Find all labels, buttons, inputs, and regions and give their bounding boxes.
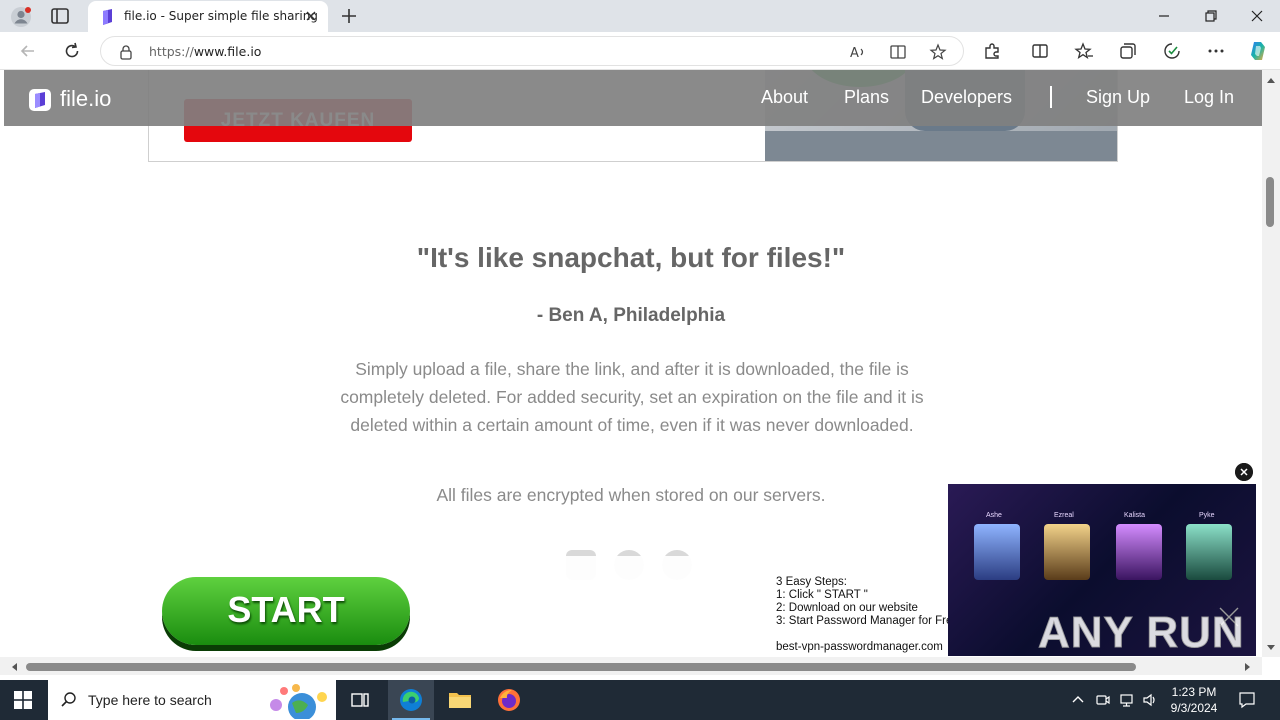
favorites-icon[interactable] [1074, 41, 1094, 61]
windows-taskbar: Type here to search 1:23 PM 9/3/2024 [0, 680, 1280, 720]
collections-icon[interactable] [1118, 41, 1138, 61]
ad-desk-image [765, 131, 1117, 161]
search-placeholder: Type here to search [88, 692, 212, 708]
immersive-reader-icon[interactable] [889, 43, 907, 61]
video-card [1044, 524, 1090, 580]
volume-icon[interactable] [1142, 692, 1158, 708]
address-bar[interactable]: https://www.file.io A [100, 36, 964, 66]
nav-signup[interactable]: Sign Up [1086, 87, 1150, 108]
testimonial-author: - Ben A, Philadelphia [536, 305, 726, 326]
search-icon [61, 692, 76, 707]
search-highlight-icon[interactable] [262, 683, 332, 719]
close-window-icon[interactable] [1249, 8, 1265, 24]
extensions-icon[interactable] [982, 41, 1002, 61]
video-card [1116, 524, 1162, 580]
clock-time: 1:23 PM [1171, 685, 1217, 699]
nav-about[interactable]: About [761, 87, 808, 108]
video-card [974, 524, 1020, 580]
video-card [1186, 524, 1232, 580]
scroll-down-icon[interactable] [1266, 644, 1276, 652]
read-aloud-icon[interactable]: A [849, 43, 867, 61]
show-hidden-icons-icon[interactable] [1070, 692, 1086, 708]
close-tab-icon[interactable] [304, 9, 318, 23]
nav-separator [1050, 86, 1052, 108]
minimize-icon[interactable] [1156, 8, 1172, 24]
refresh-icon[interactable] [62, 41, 82, 61]
close-video-icon[interactable] [1235, 463, 1253, 481]
meet-now-icon[interactable] [1095, 692, 1111, 708]
svg-text:A: A [850, 46, 859, 61]
horizontal-scrollbar[interactable] [0, 657, 1262, 675]
copilot-icon[interactable] [1246, 39, 1270, 63]
lock-icon[interactable] [119, 44, 133, 60]
ad-steps: 3 Easy Steps: 1: Click " START " 2: Down… [776, 576, 959, 654]
browser-tab-strip: file.io - Super simple file sharing [0, 0, 1280, 32]
url-protocol: https:// [149, 44, 194, 59]
split-screen-icon[interactable] [1030, 41, 1050, 61]
new-tab-icon[interactable] [340, 7, 358, 25]
profile-icon[interactable] [10, 6, 32, 28]
service-description: Simply upload a file, share the link, an… [340, 359, 924, 435]
edge-icon[interactable] [397, 686, 425, 714]
back-icon[interactable] [18, 41, 38, 61]
testimonial-quote: "It's like snapchat, but for files!" [416, 242, 846, 273]
anyrun-watermark: ANY RUN [1038, 608, 1245, 658]
clock-date: 9/3/2024 [1170, 701, 1218, 715]
page-viewport: ​ JETZT KAUFEN file.io About Plans Devel… [0, 70, 1262, 657]
favorite-star-icon[interactable] [929, 43, 947, 61]
url-text[interactable]: https://www.file.io [149, 44, 261, 59]
fileio-favicon-icon [103, 9, 112, 25]
url-host: www.file.io [193, 44, 262, 59]
vertical-scrollbar[interactable] [1262, 70, 1280, 657]
nav-plans[interactable]: Plans [844, 87, 889, 108]
browser-essentials-icon[interactable] [1162, 41, 1182, 61]
logo-text[interactable]: file.io [60, 86, 111, 112]
video-champion-name: Ezreal [1054, 512, 1074, 519]
ad-domain[interactable]: best-vpn-passwordmanager.com [776, 641, 959, 654]
network-icon[interactable] [1119, 692, 1135, 708]
taskbar-search-box[interactable]: Type here to search [48, 680, 336, 720]
browser-toolbar: https://www.file.io A [0, 32, 1280, 70]
tab-actions-icon[interactable] [50, 7, 70, 25]
fileio-logo-icon[interactable] [28, 88, 52, 112]
video-champion-name: Ashe [986, 512, 1002, 519]
video-champion-name: Pyke [1199, 512, 1215, 519]
video-champion-name: Kalista [1124, 512, 1146, 519]
nav-developers[interactable]: Developers [921, 87, 1012, 108]
task-view-icon[interactable] [346, 686, 374, 714]
restore-icon[interactable] [1203, 8, 1219, 24]
firefox-icon[interactable] [495, 686, 523, 714]
scroll-up-icon[interactable] [1266, 76, 1276, 84]
ad-step: 1: Click " START " [776, 589, 868, 601]
site-header: file.io About Plans Developers Sign Up L… [4, 70, 1262, 126]
ad-step: 3 Easy Steps: [776, 576, 847, 588]
scroll-right-icon[interactable] [1244, 662, 1252, 672]
active-tab[interactable]: file.io - Super simple file sharing [88, 1, 328, 32]
more-options-icon[interactable] [1206, 41, 1226, 61]
ad-step: 2: Download on our website [776, 602, 918, 614]
vertical-scroll-thumb[interactable] [1266, 177, 1274, 227]
notifications-icon[interactable] [1238, 691, 1256, 709]
start-ad-button[interactable]: START [162, 577, 410, 645]
taskbar-clock[interactable]: 1:23 PM 9/3/2024 [1166, 684, 1222, 716]
nav-login[interactable]: Log In [1184, 87, 1234, 108]
scroll-left-icon[interactable] [10, 662, 18, 672]
ad-step: 3: Start Password Manager for Free [776, 615, 959, 627]
horizontal-scroll-thumb[interactable] [26, 663, 1136, 671]
tab-title: file.io - Super simple file sharing [124, 9, 318, 23]
file-explorer-icon[interactable] [446, 686, 474, 714]
windows-start-icon[interactable] [14, 691, 32, 709]
